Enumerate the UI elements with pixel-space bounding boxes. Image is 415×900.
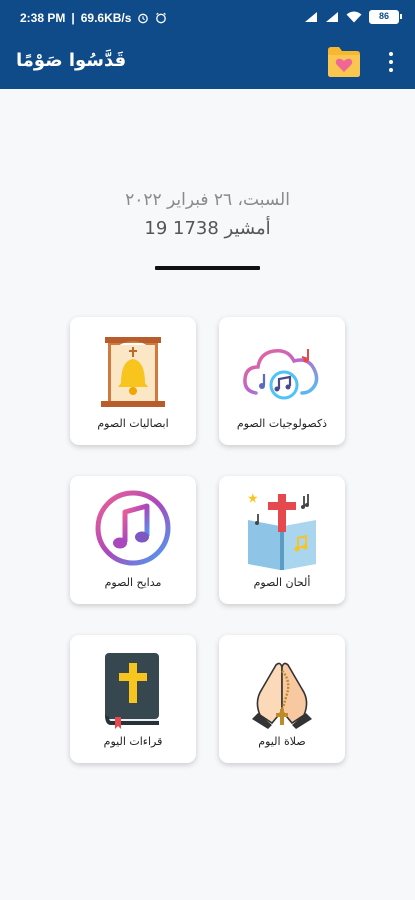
alarm-clock-icon — [156, 12, 167, 24]
more-options-button[interactable] — [384, 50, 398, 74]
hymn-book-icon — [248, 493, 316, 570]
tile-label: ذكصولوجيات الصوم — [236, 417, 328, 430]
gregorian-date: السبت، ٢٦ فبراير ٢٠٢٢ — [125, 190, 290, 210]
status-speed: 69.6KB/s — [80, 11, 132, 25]
more-dot — [389, 68, 393, 72]
status-time: 2:38 PM — [20, 11, 66, 25]
bell-icon — [101, 337, 165, 407]
status-separator: | — [71, 11, 75, 25]
cloud-music-icon — [243, 348, 319, 400]
tile-doxologies[interactable]: ذكصولوجيات الصوم — [219, 317, 345, 445]
status-left: 2:38 PM | 69.6KB/s — [20, 11, 167, 25]
battery-icon: 86 — [369, 10, 402, 24]
status-bar: 2:38 PM | 69.6KB/s 86 — [0, 0, 415, 38]
signal-icon-2 — [326, 12, 338, 22]
tile-hymns[interactable]: ألحان الصوم — [219, 476, 345, 604]
tile-psalis[interactable]: ابصاليات الصوم — [70, 317, 196, 445]
alarm-icon — [138, 13, 149, 24]
tile-readings[interactable]: قراءات اليوم — [70, 635, 196, 763]
praying-hands-icon — [252, 662, 312, 729]
music-note-icon — [95, 490, 171, 566]
more-dot — [389, 52, 393, 56]
status-right: 86 — [304, 10, 402, 24]
signal-icon — [305, 12, 317, 22]
tile-label: ألحان الصوم — [253, 576, 311, 589]
tile-label: ابصاليات الصوم — [97, 417, 169, 430]
folder-heart-icon[interactable] — [326, 44, 362, 78]
bible-icon — [105, 653, 159, 729]
tile-praises[interactable]: مدايح الصوم — [70, 476, 196, 604]
tile-label: مدايح الصوم — [104, 576, 162, 589]
app-title: قَدَّسُوا صَوْمًا — [16, 50, 127, 71]
wifi-icon — [346, 11, 362, 23]
date-divider — [155, 266, 260, 270]
date-block: السبت، ٢٦ فبراير ٢٠٢٢ 19 أمشير 1738 — [0, 190, 415, 239]
more-dot — [389, 60, 393, 64]
coptic-date: 19 أمشير 1738 — [144, 218, 271, 239]
tile-label: قراءات اليوم — [103, 735, 163, 748]
tile-prayer[interactable]: صلاة اليوم — [219, 635, 345, 763]
app-bar: قَدَّسُوا صَوْمًا — [0, 38, 415, 89]
tile-label: صلاة اليوم — [258, 735, 306, 748]
